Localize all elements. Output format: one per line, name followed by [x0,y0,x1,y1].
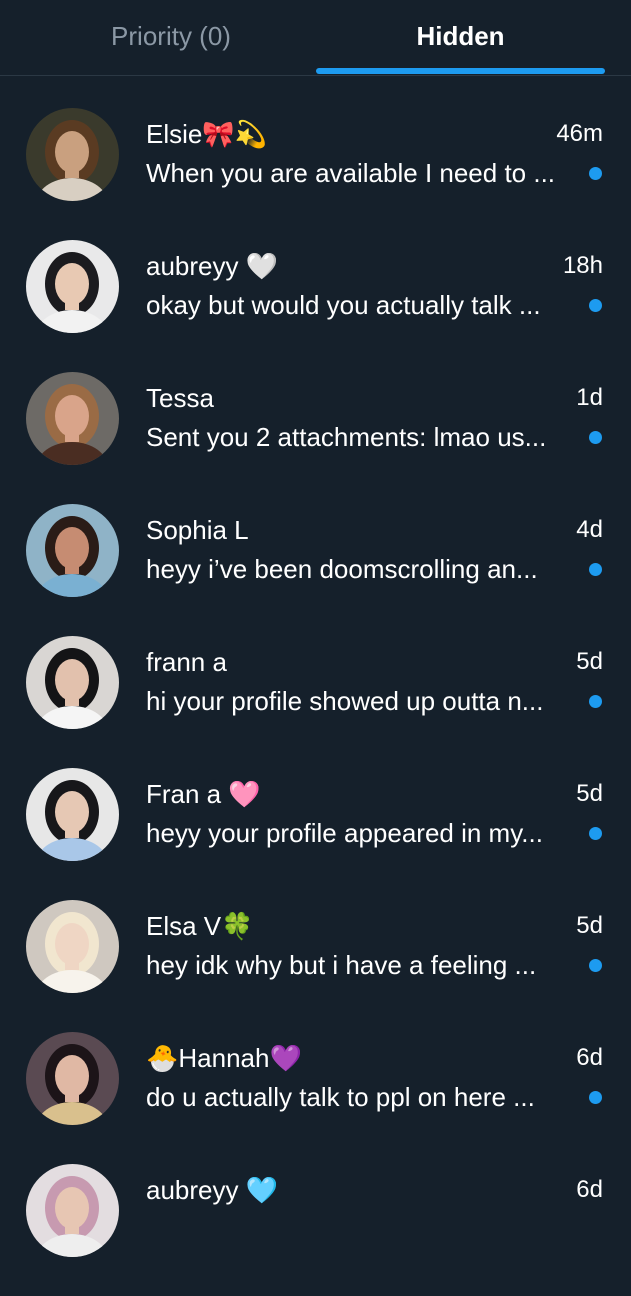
message-preview: hi your profile showed up outta n... [146,686,544,716]
message-preview: heyy i’ve been doomscrolling an... [146,554,538,584]
avatar[interactable] [26,768,119,861]
conversation-item[interactable]: Tessa 1d Sent you 2 attachments: lmao us..… [0,372,631,504]
message-preview: hey idk why but i have a feeling ... [146,950,537,980]
tab-priority[interactable]: Priority (0) [28,0,314,75]
message-preview: Sent you 2 attachments: lmao us... [146,422,547,452]
conversation-name: Sophia L [146,515,249,545]
conversation-item[interactable]: Sophia L 4d heyy i’ve been doomscrolling a… [0,504,631,636]
conversation-timestamp: 6d [576,1176,603,1203]
conversation-name: Elsie🎀💫 [146,119,268,149]
unread-dot [589,563,602,576]
message-preview: okay but would you actually talk ... [146,290,541,320]
conversation-item[interactable]: Elsa V🍀 5d hey idk why but i have a feelin… [0,900,631,1032]
conversation-timestamp: 4d [576,516,603,543]
unread-dot [589,959,602,972]
conversation-item[interactable]: Elsie🎀💫 46m When you are available I need … [0,108,631,240]
avatar[interactable] [26,372,119,465]
conversation-name: Elsa V🍀 [146,911,254,941]
message-preview: heyy your profile appeared in my... [146,818,543,848]
avatar[interactable] [26,1164,119,1257]
active-tab-indicator [316,68,605,74]
conversation-name: aubreyy 🤍 [146,251,279,281]
unread-dot [589,827,602,840]
avatar[interactable] [26,1032,119,1125]
conversation-timestamp: 5d [576,648,603,675]
conversation-name: Fran a 🩷 [146,779,261,809]
tab-hidden[interactable]: Hidden [316,0,605,75]
conversation-name: Tessa [146,383,214,413]
message-preview: do u actually talk to ppl on here ... [146,1082,535,1112]
message-preview: When you are available I need to ... [146,158,556,188]
conversation-name: aubreyy 🩵 [146,1175,279,1205]
avatar[interactable] [26,108,119,201]
unread-dot [589,1091,602,1104]
unread-dot [589,299,602,312]
avatar[interactable] [26,900,119,993]
conversation-timestamp: 1d [576,384,603,411]
conversation-item[interactable]: 🐣Hannah💜 6d do u actually talk to ppl on h… [0,1032,631,1164]
conversation-name: 🐣Hannah💜 [146,1043,302,1073]
unread-dot [589,431,602,444]
conversation-item[interactable]: frann a 5d hi your profile showed up outta… [0,636,631,768]
unread-dot [589,695,602,708]
conversation-timestamp: 6d [576,1044,603,1071]
conversation-item[interactable]: Fran a 🩷 5d heyy your profile appeared in … [0,768,631,900]
conversation-timestamp: 18h [562,252,603,279]
tab-bar: Priority (0) Hidden [0,0,631,76]
unread-dot [589,167,602,180]
conversation-item[interactable]: aubreyy 🩵 6d [0,1164,631,1296]
conversation-name: frann a [146,647,227,677]
conversation-timestamp: 5d [576,780,603,807]
avatar[interactable] [26,636,119,729]
avatar[interactable] [26,240,119,333]
conversation-item[interactable]: aubreyy 🤍 18h okay but would you actually … [0,240,631,372]
avatar[interactable] [26,504,119,597]
conversation-timestamp: 46m [556,120,603,147]
conversation-timestamp: 5d [576,912,603,939]
